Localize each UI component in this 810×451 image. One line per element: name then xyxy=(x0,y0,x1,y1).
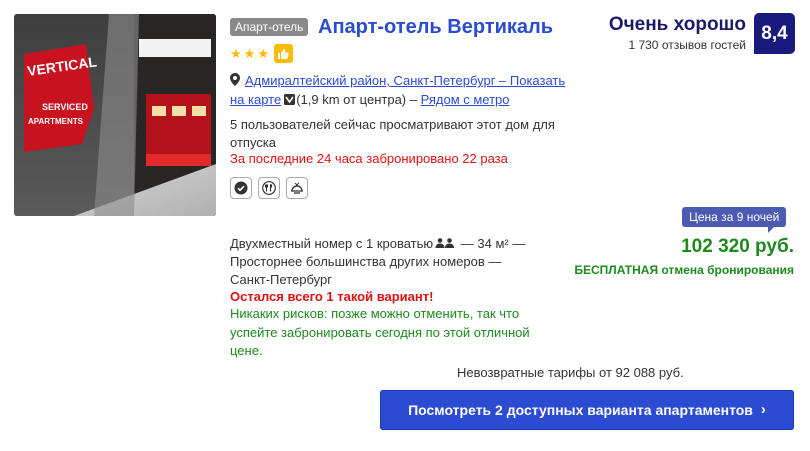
verified-icon xyxy=(230,177,252,199)
last-one-warning: Остался всего 1 такой вариант! xyxy=(230,289,434,304)
hotel-photo-sign-line2: SERVICED xyxy=(42,102,88,112)
review-count: 1 730 отзывов гостей xyxy=(628,38,746,52)
see-availability-label: Посмотреть 2 доступных варианта апартаме… xyxy=(408,402,753,418)
recent-bookings-text: За последние 24 часа забронировано 22 ра… xyxy=(230,151,508,166)
thumbs-up-icon[interactable] xyxy=(273,44,293,63)
free-cancellation-label: БЕСПЛАТНАЯ отмена бронирования xyxy=(574,263,794,277)
metro-icon xyxy=(284,92,296,105)
review-score-badge[interactable]: 8,4 xyxy=(754,13,795,54)
map-pin-icon xyxy=(230,73,240,91)
star-rating: ★ ★ ★ xyxy=(230,44,293,63)
total-price: 102 320 руб. xyxy=(681,236,794,257)
location-block: Адмиралтейский район, Санкт-Петербург – … xyxy=(230,72,575,109)
chevron-right-icon: › xyxy=(760,401,766,418)
see-availability-button[interactable]: Посмотреть 2 доступных варианта апартаме… xyxy=(380,390,794,430)
nonrefundable-rates: Невозвратные тарифы от 92 088 руб. xyxy=(457,365,684,380)
no-risk-text: Никаких рисков: позже можно отменить, та… xyxy=(230,306,530,358)
hotel-photo[interactable]: VERTICAL SERVICED APARTMENTS xyxy=(14,14,216,216)
facilities-row xyxy=(230,177,308,199)
hotel-name-link[interactable]: Апарт-отель Вертикаль xyxy=(318,15,553,39)
review-score-word: Очень хорошо xyxy=(608,14,746,35)
metro-separator: – xyxy=(406,92,421,107)
restaurant-icon xyxy=(258,177,280,199)
show-on-map-link-cont[interactable]: на карте xyxy=(230,92,281,107)
property-type-badge: Апарт-отель xyxy=(230,18,309,36)
show-on-map-link[interactable]: Адмиралтейский район, Санкт-Петербург – … xyxy=(245,73,565,88)
review-summary[interactable]: Очень хорошо 1 730 отзывов гостей xyxy=(609,14,746,53)
price-period-tag: Цена за 9 ночей xyxy=(682,207,787,233)
metro-nearby-link[interactable]: Рядом с метро xyxy=(421,92,510,107)
hotel-photo-sign-line3: APARTMENTS xyxy=(28,117,84,126)
breakfast-icon xyxy=(286,177,308,199)
star-icon: ★ xyxy=(257,45,269,61)
room-description: Двухместный номер с 1 кроватью — 34 м² —… xyxy=(230,235,540,289)
hotel-photo-image: VERTICAL SERVICED APARTMENTS xyxy=(14,14,216,216)
star-icon: ★ xyxy=(243,45,256,61)
room-type: Двухместный номер с 1 кроватью xyxy=(230,236,434,251)
two-people-icon xyxy=(435,235,455,248)
distance-from-center: (1,9 km от центра) xyxy=(296,92,407,107)
viewers-now-text: 5 пользователей сейчас просматривают это… xyxy=(230,117,555,150)
star-icon: ★ xyxy=(230,45,242,61)
